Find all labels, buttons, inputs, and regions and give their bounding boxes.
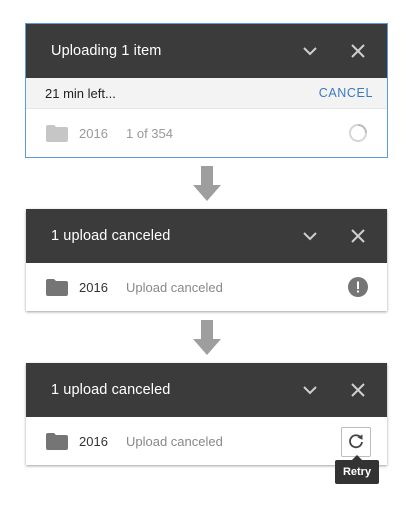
folder-icon: [46, 279, 68, 296]
file-status-text: Upload canceled: [126, 279, 223, 295]
chevron-down-icon[interactable]: [300, 226, 320, 246]
time-left-text: 21 min left...: [45, 85, 116, 101]
upload-file-row: 2016 Upload canceled: [26, 417, 387, 465]
close-icon[interactable]: [348, 41, 368, 61]
arrow-down-icon: [193, 320, 221, 355]
chevron-down-icon[interactable]: [300, 380, 320, 400]
panel-title: Uploading 1 item: [51, 43, 162, 59]
file-name: 2016: [79, 433, 108, 449]
file-status-text: Upload canceled: [126, 433, 223, 449]
upload-file-row: 2016 Upload canceled: [26, 263, 387, 311]
arrow-down-icon: [193, 166, 221, 201]
panel-title: 1 upload canceled: [51, 382, 171, 398]
file-progress-text: 1 of 354: [126, 125, 173, 141]
upload-panel-canceled: 1 upload canceled 2016 Upload canceled: [26, 209, 387, 311]
cancel-button[interactable]: CANCEL: [319, 86, 373, 100]
retry-tooltip: Retry: [335, 455, 379, 484]
error-icon: [348, 277, 368, 297]
file-name: 2016: [79, 125, 108, 141]
close-icon[interactable]: [348, 380, 368, 400]
panel-header: 1 upload canceled: [26, 209, 387, 263]
loading-spinner-icon: [349, 124, 367, 142]
upload-panel-canceled-retry: 1 upload canceled 2016 Upload canceled: [26, 363, 387, 465]
folder-icon: [46, 433, 68, 450]
upload-panel-uploading: Uploading 1 item 21 min left... CANCEL 2…: [25, 23, 388, 158]
panel-header: Uploading 1 item: [26, 24, 387, 78]
folder-icon: [46, 125, 68, 142]
close-icon[interactable]: [348, 226, 368, 246]
retry-icon: [349, 434, 363, 449]
retry-button[interactable]: [341, 427, 371, 457]
chevron-down-icon[interactable]: [300, 41, 320, 61]
progress-status-bar: 21 min left... CANCEL: [26, 78, 387, 109]
file-name: 2016: [79, 279, 108, 295]
panel-header: 1 upload canceled: [26, 363, 387, 417]
upload-file-row: 2016 1 of 354: [26, 109, 387, 157]
panel-title: 1 upload canceled: [51, 228, 171, 244]
